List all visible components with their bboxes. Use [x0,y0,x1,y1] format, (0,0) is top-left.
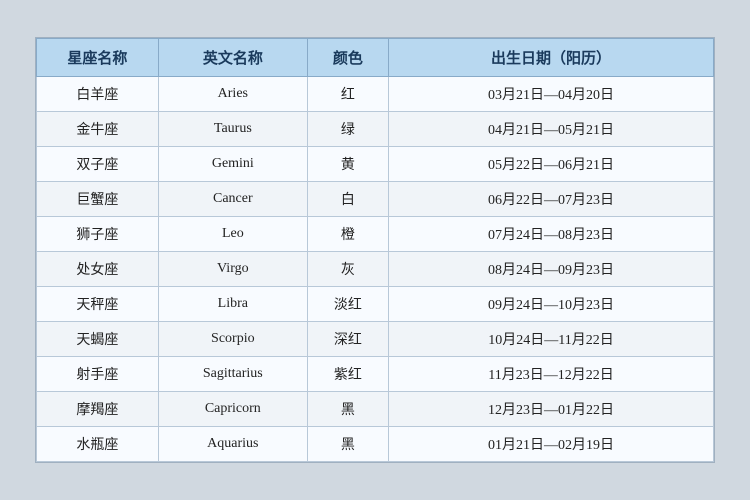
table-row: 天秤座Libra淡红09月24日—10月23日 [37,287,714,322]
cell-chinese: 狮子座 [37,217,159,252]
header-color: 颜色 [307,39,388,77]
cell-english: Virgo [158,252,307,287]
cell-color: 红 [307,77,388,112]
cell-color: 黑 [307,392,388,427]
cell-english: Aquarius [158,427,307,462]
cell-english: Scorpio [158,322,307,357]
table-row: 处女座Virgo灰08月24日—09月23日 [37,252,714,287]
cell-date: 08月24日—09月23日 [389,252,714,287]
cell-english: Leo [158,217,307,252]
cell-color: 淡红 [307,287,388,322]
table-row: 天蝎座Scorpio深红10月24日—11月22日 [37,322,714,357]
zodiac-table-container: 星座名称 英文名称 颜色 出生日期（阳历） 白羊座Aries红03月21日—04… [35,37,715,463]
table-row: 水瓶座Aquarius黑01月21日—02月19日 [37,427,714,462]
zodiac-table: 星座名称 英文名称 颜色 出生日期（阳历） 白羊座Aries红03月21日—04… [36,38,714,462]
cell-date: 07月24日—08月23日 [389,217,714,252]
cell-date: 12月23日—01月22日 [389,392,714,427]
table-row: 巨蟹座Cancer白06月22日—07月23日 [37,182,714,217]
table-row: 摩羯座Capricorn黑12月23日—01月22日 [37,392,714,427]
cell-english: Sagittarius [158,357,307,392]
cell-color: 紫红 [307,357,388,392]
cell-date: 10月24日—11月22日 [389,322,714,357]
cell-color: 灰 [307,252,388,287]
cell-chinese: 白羊座 [37,77,159,112]
header-date: 出生日期（阳历） [389,39,714,77]
cell-english: Libra [158,287,307,322]
cell-color: 橙 [307,217,388,252]
cell-chinese: 处女座 [37,252,159,287]
table-row: 白羊座Aries红03月21日—04月20日 [37,77,714,112]
cell-chinese: 天蝎座 [37,322,159,357]
cell-english: Capricorn [158,392,307,427]
table-row: 双子座Gemini黄05月22日—06月21日 [37,147,714,182]
cell-chinese: 射手座 [37,357,159,392]
header-english: 英文名称 [158,39,307,77]
header-chinese: 星座名称 [37,39,159,77]
table-header-row: 星座名称 英文名称 颜色 出生日期（阳历） [37,39,714,77]
cell-date: 05月22日—06月21日 [389,147,714,182]
cell-date: 04月21日—05月21日 [389,112,714,147]
cell-english: Gemini [158,147,307,182]
cell-chinese: 天秤座 [37,287,159,322]
cell-english: Taurus [158,112,307,147]
cell-chinese: 水瓶座 [37,427,159,462]
cell-date: 01月21日—02月19日 [389,427,714,462]
cell-chinese: 巨蟹座 [37,182,159,217]
cell-chinese: 金牛座 [37,112,159,147]
table-row: 金牛座Taurus绿04月21日—05月21日 [37,112,714,147]
cell-chinese: 摩羯座 [37,392,159,427]
cell-date: 06月22日—07月23日 [389,182,714,217]
cell-color: 黄 [307,147,388,182]
cell-color: 黑 [307,427,388,462]
cell-chinese: 双子座 [37,147,159,182]
cell-color: 绿 [307,112,388,147]
cell-color: 白 [307,182,388,217]
cell-date: 03月21日—04月20日 [389,77,714,112]
table-row: 射手座Sagittarius紫红11月23日—12月22日 [37,357,714,392]
table-row: 狮子座Leo橙07月24日—08月23日 [37,217,714,252]
cell-date: 09月24日—10月23日 [389,287,714,322]
cell-english: Aries [158,77,307,112]
cell-date: 11月23日—12月22日 [389,357,714,392]
cell-color: 深红 [307,322,388,357]
cell-english: Cancer [158,182,307,217]
